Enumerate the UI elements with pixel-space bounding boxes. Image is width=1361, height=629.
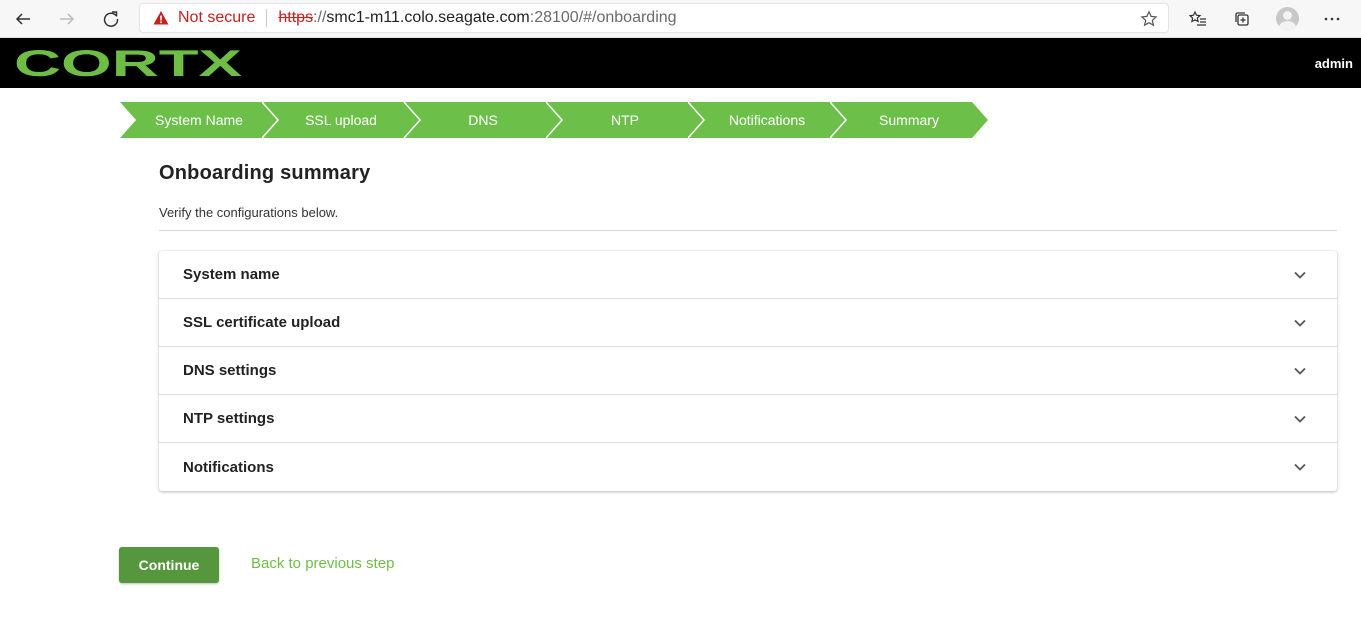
- favorites-icon[interactable]: [1184, 5, 1212, 33]
- accordion-notifications[interactable]: Notifications: [159, 443, 1337, 491]
- continue-button[interactable]: Continue: [119, 547, 219, 583]
- refresh-icon[interactable]: [97, 5, 125, 33]
- chevron-down-icon: [1294, 319, 1306, 327]
- collections-icon[interactable]: [1228, 5, 1256, 33]
- warning-icon: [153, 11, 169, 25]
- user-name[interactable]: admin: [1315, 56, 1353, 71]
- chevron-down-icon: [1294, 415, 1306, 423]
- app-header: CORTX admin: [0, 38, 1361, 88]
- accordion-system-name[interactable]: System name: [159, 251, 1337, 299]
- step-label: SSL upload: [305, 112, 377, 128]
- accordion-ntp-settings[interactable]: NTP settings: [159, 395, 1337, 443]
- back-arrow-icon[interactable]: [9, 5, 37, 33]
- step-label: System Name: [155, 112, 243, 128]
- accordion-dns-settings[interactable]: DNS settings: [159, 347, 1337, 395]
- profile-icon[interactable]: [1276, 7, 1299, 30]
- accordion-label: System name: [183, 266, 280, 283]
- svg-text:CORTX: CORTX: [14, 47, 243, 79]
- more-icon[interactable]: [1318, 5, 1346, 33]
- security-label: Not secure: [178, 9, 256, 26]
- address-separator: [266, 9, 268, 27]
- browser-toolbar: Not secure https://smc1-m11.colo.seagate…: [0, 0, 1361, 38]
- step-label: NTP: [611, 112, 639, 128]
- accordion-ssl-certificate[interactable]: SSL certificate upload: [159, 299, 1337, 347]
- divider: [159, 230, 1337, 231]
- step-label: Notifications: [728, 112, 806, 128]
- accordion-label: Notifications: [183, 458, 274, 476]
- chevron-down-icon: [1294, 367, 1306, 375]
- cortx-logo: CORTX: [14, 47, 243, 79]
- summary-accordion: System name SSL certificate upload DNS s…: [159, 251, 1337, 491]
- step-label: DNS: [468, 112, 498, 128]
- url-text: https://smc1-m11.colo.seagate.com:28100/…: [278, 9, 677, 26]
- page-subtitle: Verify the configurations below.: [159, 205, 339, 220]
- page-title: Onboarding summary: [159, 162, 371, 184]
- chevron-down-icon: [1294, 463, 1306, 471]
- star-icon[interactable]: [1140, 10, 1158, 28]
- step-label: Summary: [879, 112, 939, 128]
- accordion-label: SSL certificate upload: [183, 314, 341, 331]
- forward-arrow-icon[interactable]: [53, 5, 81, 33]
- address-bar[interactable]: Not secure https://smc1-m11.colo.seagate…: [139, 3, 1169, 33]
- chevron-down-icon: [1294, 271, 1306, 279]
- accordion-label: NTP settings: [183, 410, 275, 427]
- accordion-label: DNS settings: [183, 362, 277, 379]
- back-to-previous-link[interactable]: Back to previous step: [251, 555, 394, 572]
